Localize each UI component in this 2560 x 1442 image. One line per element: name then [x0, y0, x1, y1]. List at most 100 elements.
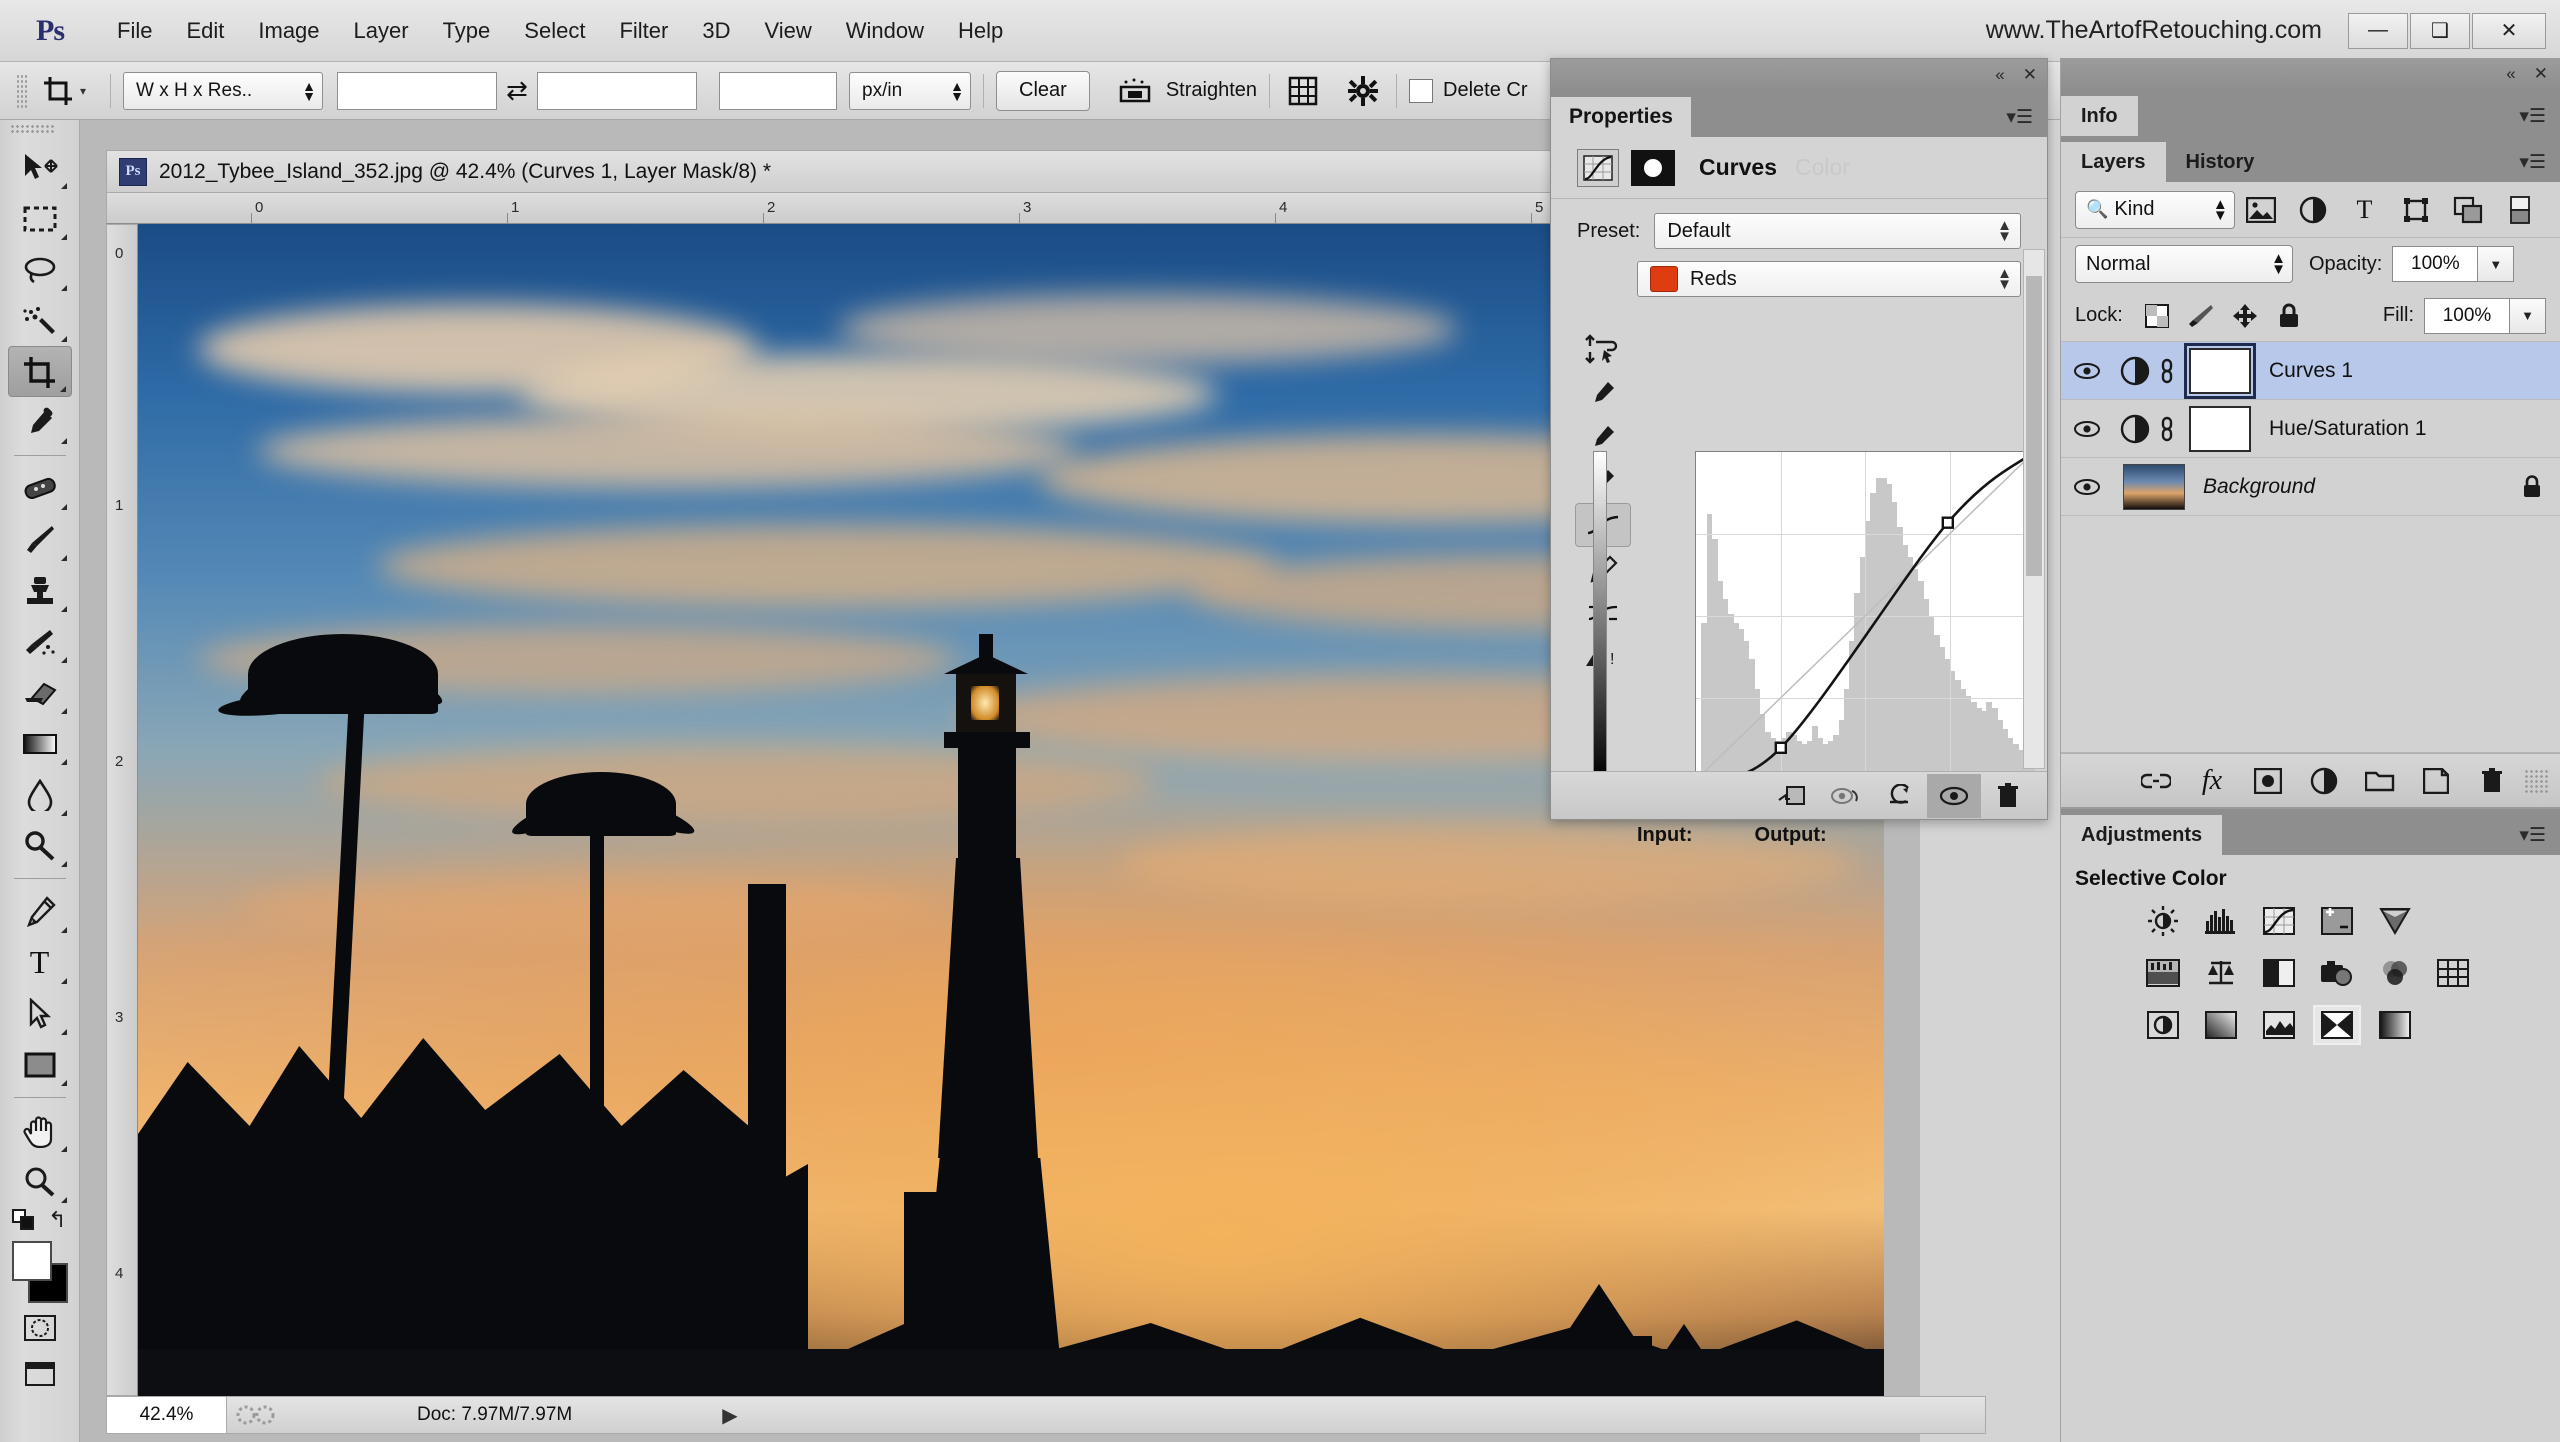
color-swatches[interactable]: [8, 1239, 72, 1305]
tool-options-triangle[interactable]: [60, 285, 67, 291]
black-white-icon[interactable]: [2257, 955, 2301, 991]
curve-graph[interactable]: [1695, 451, 2035, 781]
tool-options-triangle[interactable]: [60, 759, 67, 765]
menu-file[interactable]: File: [100, 14, 169, 48]
gear-icon[interactable]: [1342, 72, 1384, 110]
swap-colors-icon[interactable]: ↰: [48, 1207, 66, 1233]
lock-position-icon[interactable]: [2223, 298, 2267, 334]
white-point-eyedropper-icon[interactable]: [1575, 371, 1631, 415]
layer-filter-kind-select[interactable]: 🔍 Kind ▲ ▼: [2075, 190, 2235, 229]
lock-image-icon[interactable]: [2179, 298, 2223, 334]
crop-resolution-input[interactable]: [719, 71, 838, 110]
close-button[interactable]: ✕: [2472, 12, 2546, 49]
menu-view[interactable]: View: [747, 14, 828, 48]
color-balance-icon[interactable]: [2199, 955, 2243, 991]
color-lookup-icon[interactable]: [2431, 955, 2475, 991]
tool-options-triangle[interactable]: [60, 1197, 67, 1203]
tab-layers[interactable]: Layers: [2061, 142, 2166, 182]
selective-color-icon[interactable]: [2313, 1005, 2361, 1045]
tool-options-triangle[interactable]: [60, 861, 67, 867]
dodge-tool[interactable]: [8, 820, 72, 871]
shape-layers-icon[interactable]: [2390, 190, 2442, 230]
horizontal-type-tool[interactable]: T: [8, 937, 72, 988]
mask-icon[interactable]: [1631, 149, 1675, 186]
path-selection-tool[interactable]: [8, 988, 72, 1039]
properties-scrollbar[interactable]: [2023, 249, 2045, 769]
tool-options-triangle[interactable]: [60, 336, 67, 342]
zoom-tool[interactable]: [8, 1156, 72, 1207]
clip-to-layer-icon[interactable]: [1765, 774, 1819, 818]
rectangular-marquee-tool[interactable]: [8, 193, 72, 244]
panel-menu-icon[interactable]: ▾☰: [2519, 105, 2546, 128]
photo-filter-icon[interactable]: [2315, 955, 2359, 991]
tab-history[interactable]: History: [2165, 142, 2275, 182]
layer-style-icon[interactable]: fx: [2184, 758, 2240, 804]
clone-stamp-tool[interactable]: [8, 565, 72, 616]
options-bar-gripper[interactable]: [16, 73, 28, 108]
tool-options-triangle[interactable]: [60, 1146, 67, 1152]
crop-tool-icon[interactable]: [38, 72, 78, 110]
lock-transparency-icon[interactable]: [2135, 298, 2179, 334]
tool-options-triangle[interactable]: [60, 438, 67, 444]
new-adjustment-layer-icon[interactable]: [2296, 758, 2352, 804]
menu-image[interactable]: Image: [241, 14, 336, 48]
layer-visibility-icon[interactable]: [2061, 362, 2113, 380]
close-icon[interactable]: ✕: [2534, 64, 2548, 84]
on-image-adjust-icon[interactable]: [1575, 327, 1631, 371]
layer-mask-thumbnail[interactable]: [2184, 342, 2256, 399]
tool-options-triangle[interactable]: [60, 606, 67, 612]
properties-panel-titlebar[interactable]: « ✕: [1551, 59, 2047, 91]
layer-mask-thumbnail[interactable]: [2189, 405, 2251, 452]
tool-options-triangle[interactable]: [59, 386, 66, 392]
gradient-map-icon[interactable]: [2373, 1007, 2417, 1043]
blend-mode-select[interactable]: Normal ▲ ▼: [2075, 245, 2293, 283]
tab-adjustments[interactable]: Adjustments: [2061, 815, 2223, 855]
vibrance-icon[interactable]: [2373, 903, 2417, 939]
tool-options-triangle[interactable]: [60, 555, 67, 561]
panel-resize-gripper[interactable]: [2524, 768, 2550, 793]
menu-select[interactable]: Select: [507, 14, 602, 48]
minimize-button[interactable]: —: [2348, 12, 2408, 49]
crop-ratio-select[interactable]: W x H x Res.. ▲ ▼: [123, 71, 324, 110]
menu-type[interactable]: Type: [426, 14, 508, 48]
magic-wand-tool[interactable]: [8, 295, 72, 346]
collapse-icon[interactable]: «: [2506, 64, 2515, 84]
tool-options-triangle[interactable]: [60, 927, 67, 933]
menu-3d[interactable]: 3D: [685, 14, 747, 48]
lock-all-icon[interactable]: [2267, 298, 2311, 334]
blur-tool[interactable]: [8, 769, 72, 820]
table-row[interactable]: Background: [2061, 458, 2560, 516]
tool-options-triangle[interactable]: [60, 810, 67, 816]
table-row[interactable]: Hue/Saturation 1: [2061, 400, 2560, 458]
exposure-icon[interactable]: [2315, 903, 2359, 939]
spot-healing-brush-tool[interactable]: [8, 463, 72, 514]
link-mask-icon[interactable]: [2157, 358, 2189, 384]
toggle-visibility-icon[interactable]: [1927, 773, 1981, 818]
clear-button[interactable]: Clear: [996, 70, 1090, 111]
toolbar-gripper[interactable]: [10, 124, 54, 134]
fill-dropdown-icon[interactable]: ▼: [2510, 297, 2546, 334]
filter-toggle-icon[interactable]: [2494, 190, 2546, 230]
crop-height-input[interactable]: [537, 71, 698, 110]
move-tool[interactable]: [8, 142, 72, 193]
dock-titlebar[interactable]: « ✕: [2061, 58, 2560, 90]
layer-visibility-icon[interactable]: [2061, 478, 2113, 496]
spinner-icon[interactable]: ▲ ▼: [940, 79, 964, 103]
tool-options-triangle[interactable]: [60, 1029, 67, 1035]
hue-saturation-icon[interactable]: [2141, 955, 2185, 991]
adjustment-layers-icon[interactable]: [2287, 190, 2339, 230]
scrollbar-thumb[interactable]: [2026, 276, 2042, 576]
opacity-value[interactable]: 100%: [2392, 246, 2479, 282]
layer-visibility-icon[interactable]: [2061, 420, 2113, 438]
new-group-icon[interactable]: [2352, 758, 2408, 804]
default-colors-icon[interactable]: [12, 1209, 38, 1231]
channel-select[interactable]: Reds ▲ ▼: [1637, 261, 2021, 297]
menu-filter[interactable]: Filter: [602, 14, 685, 48]
pixel-layers-icon[interactable]: [2235, 190, 2287, 230]
screen-mode-icon[interactable]: [24, 1361, 56, 1387]
menu-layer[interactable]: Layer: [337, 14, 426, 48]
zoom-level[interactable]: 42.4%: [107, 1397, 227, 1433]
straighten-label[interactable]: Straighten: [1166, 79, 1257, 102]
foreground-color-swatch[interactable]: [11, 1241, 52, 1281]
gradient-tool[interactable]: [8, 718, 72, 769]
